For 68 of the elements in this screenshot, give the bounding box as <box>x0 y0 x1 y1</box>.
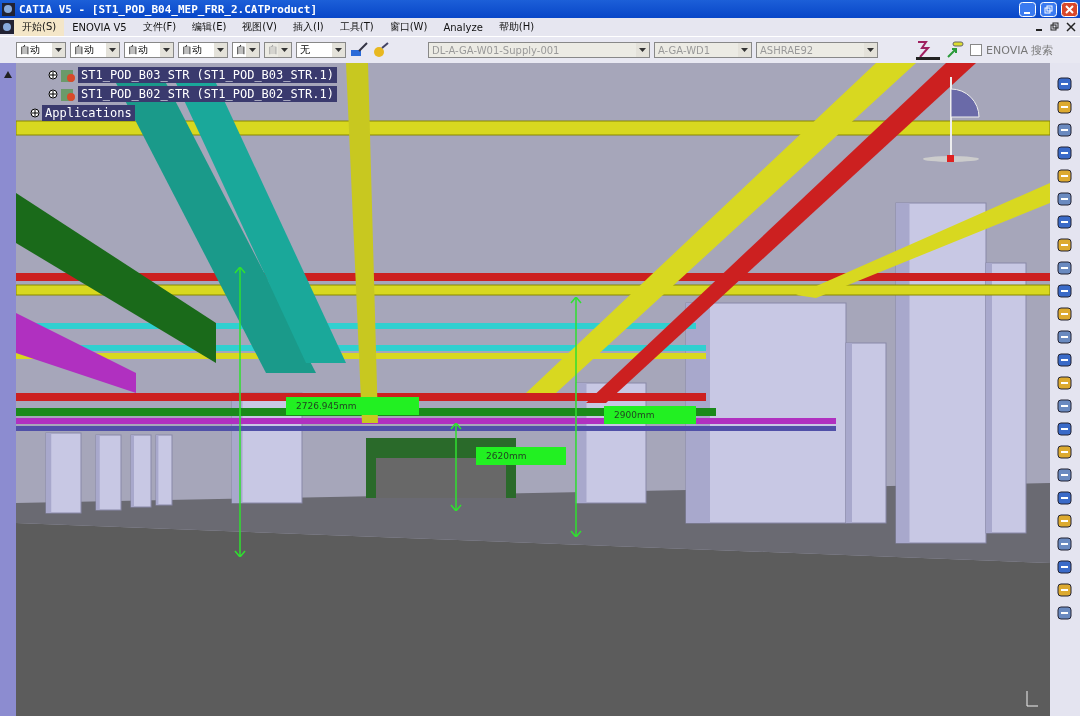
close-button[interactable] <box>1061 1 1078 17</box>
tool-icon[interactable] <box>1056 512 1074 530</box>
dropdown[interactable]: 自动 <box>16 42 66 58</box>
menu-item[interactable]: 帮助(H) <box>490 18 543 36</box>
menu-item[interactable]: 开始(S) <box>14 18 65 36</box>
tool-icon[interactable] <box>1056 466 1074 484</box>
expand-icon[interactable] <box>30 108 40 118</box>
menu-item[interactable]: 工具(T) <box>331 18 382 36</box>
tool-icon[interactable] <box>1056 144 1074 162</box>
tool-icon[interactable] <box>1056 558 1074 576</box>
tree-item[interactable]: ST1_POD_B03_STR (ST1_POD_B03_STR.1) <box>78 67 337 83</box>
tool-icon[interactable] <box>1056 98 1074 116</box>
app-logo-icon <box>2 2 15 16</box>
window-title: CATIA V5 - [ST1_POD_B04_MEP_FRR_2.CATProduct] <box>19 2 318 16</box>
tool-icon[interactable] <box>1056 75 1074 93</box>
menu-item[interactable]: ENOVIA V5 <box>64 18 135 36</box>
scroll-bar[interactable] <box>0 63 16 716</box>
dropdown[interactable]: 自动 <box>70 42 120 58</box>
tool-icon[interactable] <box>1056 190 1074 208</box>
menu-item[interactable]: 文件(F) <box>134 18 185 36</box>
arrow-icon[interactable] <box>946 41 966 59</box>
tool-icon[interactable] <box>1056 121 1074 139</box>
product-icon <box>60 86 76 102</box>
dropdown[interactable]: 自动 <box>178 42 228 58</box>
measurement-label: 2620mm <box>476 447 566 465</box>
tool-icon[interactable] <box>1056 259 1074 277</box>
tool-icon[interactable] <box>1056 489 1074 507</box>
restore-icon[interactable] <box>1050 22 1060 32</box>
tool-icon[interactable] <box>1056 420 1074 438</box>
menu-item[interactable]: Analyze <box>435 18 491 36</box>
sphere-tool-icon[interactable] <box>372 42 390 58</box>
expand-icon[interactable] <box>48 89 58 99</box>
tool-icon[interactable] <box>1056 167 1074 185</box>
tool-icon[interactable] <box>1056 374 1074 392</box>
tool-icon[interactable] <box>1056 328 1074 346</box>
tool-icon[interactable] <box>1056 213 1074 231</box>
menu-item[interactable]: 编辑(E) <box>184 18 235 36</box>
restore-button[interactable] <box>1040 1 1057 17</box>
dropdown[interactable]: 自 <box>232 42 260 58</box>
app-logo-icon[interactable] <box>0 20 14 34</box>
axis-icon <box>1024 689 1040 709</box>
tool-icon[interactable] <box>1056 351 1074 369</box>
tool-icon[interactable] <box>1056 282 1074 300</box>
tool-icon[interactable] <box>1056 604 1074 622</box>
product-icon <box>60 67 76 83</box>
dropdown[interactable]: 自动 <box>124 42 174 58</box>
tree-item[interactable]: Applications <box>42 105 135 121</box>
measurement-label: 2900mm <box>604 406 696 424</box>
close-icon[interactable] <box>1066 22 1076 32</box>
dropdown[interactable]: 无 <box>296 42 346 58</box>
minimize-button[interactable] <box>1019 1 1036 17</box>
tool-icon[interactable] <box>1056 236 1074 254</box>
tool-icon[interactable] <box>1056 305 1074 323</box>
expand-icon[interactable] <box>48 70 58 80</box>
menu-item[interactable]: 视图(V) <box>234 18 285 36</box>
checkbox-label: ENOVIA 搜索 <box>986 42 1054 58</box>
checkbox[interactable] <box>970 44 982 56</box>
scroll-up-icon[interactable] <box>3 69 13 79</box>
tool-icon[interactable] <box>1056 535 1074 553</box>
menu-item[interactable]: 插入(I) <box>285 18 332 36</box>
paint-brush-icon[interactable] <box>350 42 368 58</box>
tool-icon[interactable] <box>1056 397 1074 415</box>
tool-icon[interactable] <box>1056 581 1074 599</box>
3d-viewport[interactable]: 2726.945mm 2900mm 2620mm ST1_POD_B03_STR (ST1_POD_B03_STR.1) ST1_POD_B02_STR (ST1_POD_B02_STR.1) Applications <box>16 63 1050 716</box>
tool-icon[interactable] <box>1056 443 1074 461</box>
measurement-label: 2726.945mm <box>286 397 419 415</box>
tree-item[interactable]: ST1_POD_B02_STR (ST1_POD_B02_STR.1) <box>78 86 337 102</box>
menu-item[interactable]: 窗口(W) <box>381 18 436 36</box>
